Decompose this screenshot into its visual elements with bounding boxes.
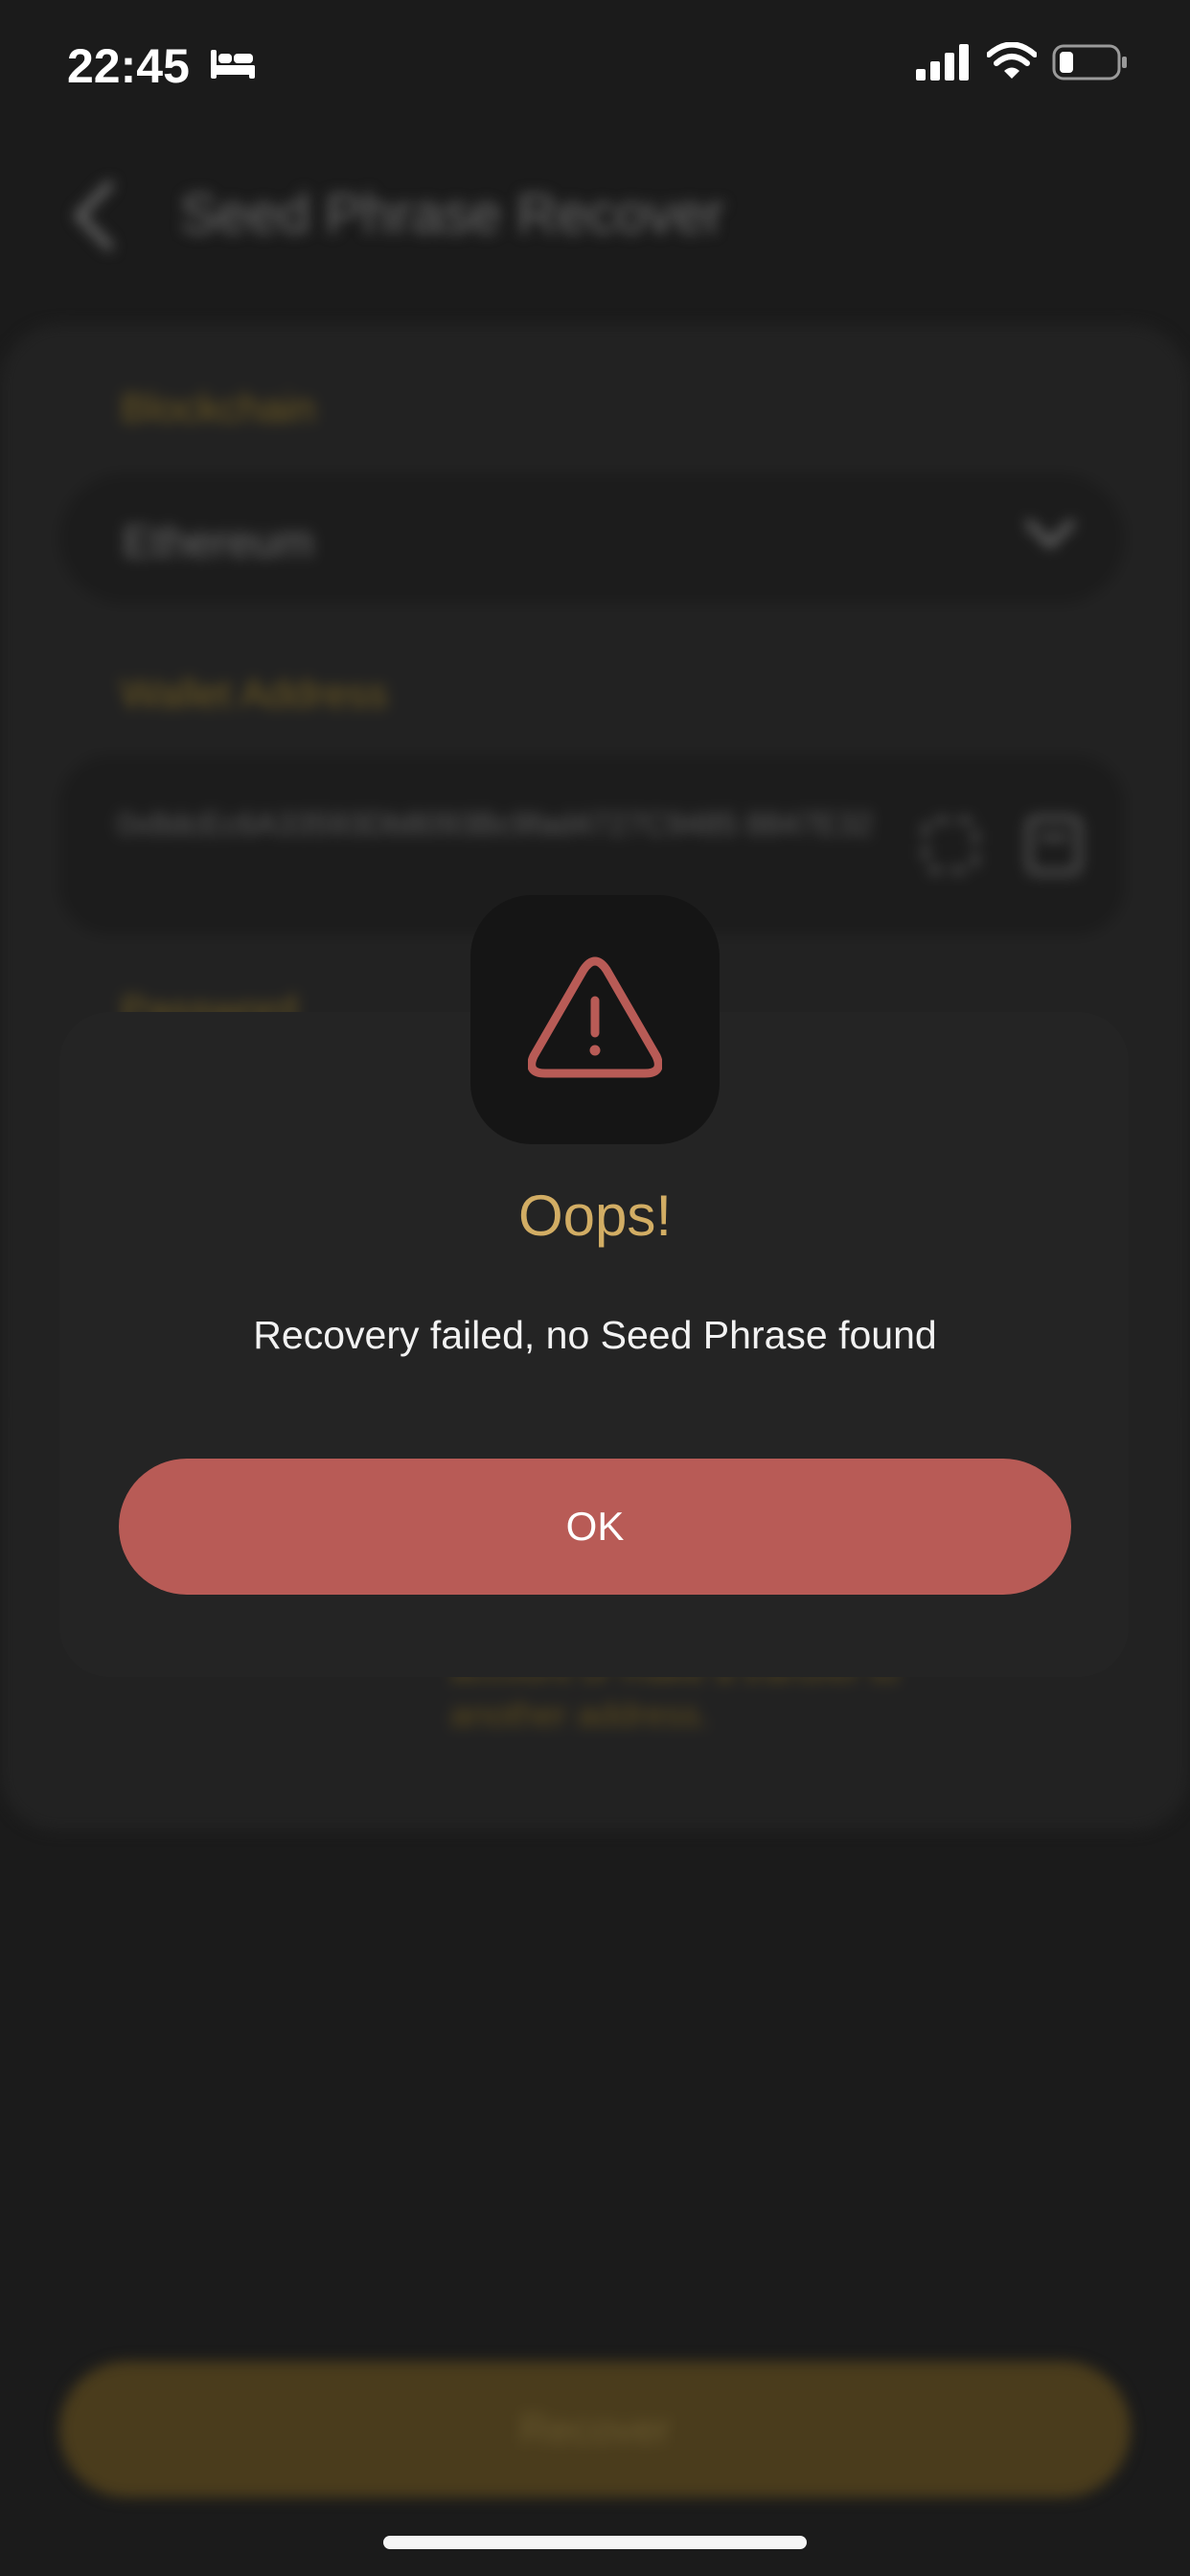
recover-button[interactable]: Recover [59,2361,1131,2497]
wallet-address-value: 0x8dcEc6A33593Db8093Bc9fad4727C9485 8847… [117,806,873,841]
signal-icon [916,44,969,80]
wallet-address-label: Wallet Address [121,671,388,716]
wifi-icon [987,42,1037,79]
battery-icon [1052,44,1127,80]
dialog-title: Oops! [517,1184,673,1248]
bed-icon [211,50,255,79]
scan-icon[interactable] [920,815,981,876]
warning-icon [528,956,662,1078]
paste-icon[interactable] [1023,809,1085,878]
page-title: Seed Phrase Recover [180,183,724,245]
dialog-message: Recovery failed, no Seed Phrase found [253,1313,937,1357]
chevron-left-icon[interactable] [67,177,125,254]
blockchain-value: Ethereum [123,517,314,566]
blockchain-label: Blockchain [121,385,316,430]
ok-button[interactable]: OK [119,1459,1071,1595]
chevron-down-icon [1025,519,1075,548]
dialog-icon-container [470,895,720,1144]
status-time: 22:45 [67,39,190,93]
blockchain-select[interactable]: Ethereum [59,473,1125,604]
home-indicator [383,2536,807,2549]
